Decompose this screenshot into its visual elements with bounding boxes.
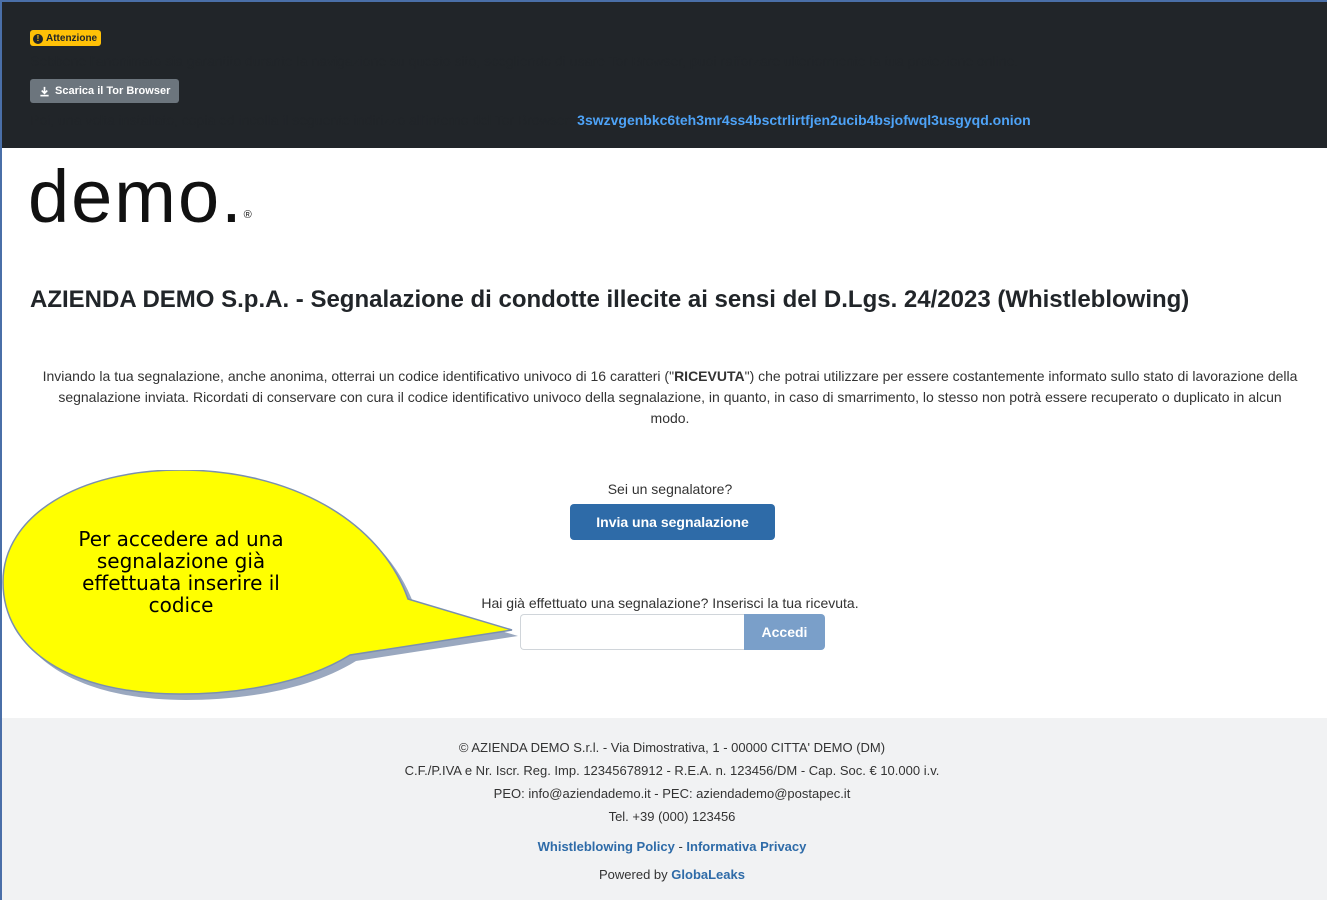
footer-registration: C.F./P.IVA e Nr. Iscr. Reg. Imp. 1234567… — [404, 763, 940, 778]
tor-instruction: Poi, una volta installato, copia ed inco… — [30, 112, 1031, 128]
logo-dot: . — [221, 155, 244, 238]
footer-emails: PEO: info@aziendademo.it - PEC: aziendad… — [493, 786, 851, 801]
attention-badge-label: Attenzione — [46, 33, 98, 44]
download-tor-label: Scarica il Tor Browser — [55, 85, 171, 97]
info-icon: ! — [33, 33, 43, 44]
footer: © AZIENDA DEMO S.r.l. - Via Dimostrativa… — [2, 718, 1327, 900]
intro-text-1: Inviando la tua segnalazione, anche anon… — [42, 368, 675, 384]
footer-powered: Powered by GlobaLeaks — [2, 867, 1327, 882]
powered-by-text: Powered by — [599, 867, 672, 882]
login-button[interactable]: Accedi — [744, 614, 825, 650]
download-icon — [40, 86, 49, 96]
callout-text: Per accedere ad una segnalazione già eff… — [78, 527, 284, 617]
attention-badge: ! Attenzione — [30, 30, 102, 46]
onion-address-link[interactable]: 3swzvgenbkc6teh3mr4ss4bsctrlirtfjen2ucib… — [577, 112, 1031, 128]
tor-message: Sebbene l'anonimato sia garantito durant… — [30, 53, 1019, 69]
footer-links: Whistleblowing Policy - Informativa Priv… — [2, 839, 1327, 854]
intro-paragraph: Inviando la tua segnalazione, anche anon… — [40, 366, 1300, 429]
privacy-policy-link[interactable]: Informativa Privacy — [686, 839, 806, 854]
footer-phone: Tel. +39 (000) 123456 — [608, 809, 736, 824]
send-report-button[interactable]: Invia una segnalazione — [570, 504, 775, 540]
page-title: AZIENDA DEMO S.p.A. - Segnalazione di co… — [30, 286, 1190, 313]
logo-registered-mark: ® — [243, 209, 254, 221]
receipt-input[interactable] — [520, 614, 744, 650]
footer-company: © AZIENDA DEMO S.r.l. - Via Dimostrativa… — [458, 740, 886, 755]
logo-text: demo — [28, 155, 222, 238]
whistleblowing-policy-link[interactable]: Whistleblowing Policy — [538, 839, 675, 854]
footer-link-separator: - — [674, 839, 687, 854]
download-tor-button[interactable]: Scarica il Tor Browser — [30, 79, 180, 103]
intro-receipt-keyword: RICEVUTA — [674, 368, 745, 384]
tor-instruction-text: Poi, una volta installato, copia ed inco… — [30, 112, 578, 128]
globaleaks-link[interactable]: GlobaLeaks — [671, 867, 745, 882]
company-logo: demo.® — [28, 160, 254, 234]
